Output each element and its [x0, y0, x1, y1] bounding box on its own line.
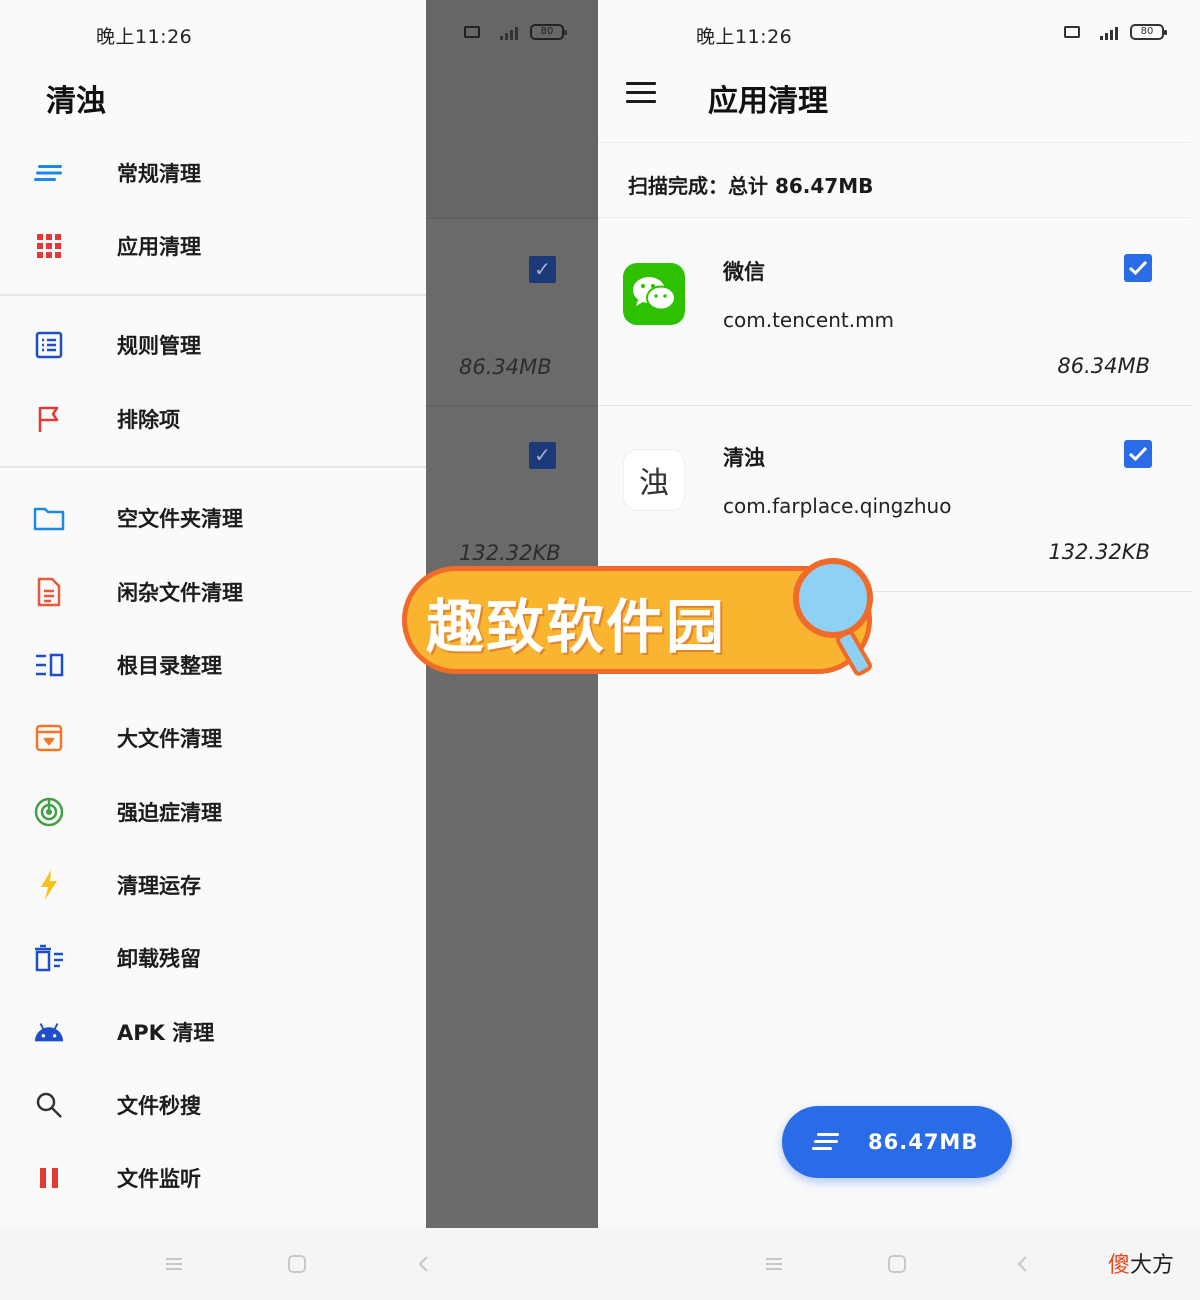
- qingzhuo-icon: 浊: [623, 449, 685, 511]
- home-icon[interactable]: [287, 1254, 307, 1274]
- banner-text: 趣致软件园: [426, 593, 727, 661]
- check-icon: [1128, 446, 1148, 462]
- menu-item-label: 闲杂文件清理: [117, 581, 243, 605]
- scan-summary-bar: 扫描完成：总计 86.47MB: [598, 142, 1190, 218]
- status-icons: 80: [464, 24, 567, 40]
- pause-icon: [33, 1162, 65, 1194]
- flag-icon: [33, 403, 65, 435]
- hd-icon: [464, 26, 480, 38]
- lines-icon: [812, 1133, 839, 1150]
- list-icon: [33, 329, 65, 361]
- app-size: 86.34MB: [1057, 354, 1150, 378]
- recents-icon[interactable]: [764, 1254, 784, 1274]
- recents-icon[interactable]: [164, 1254, 184, 1274]
- menu-item-uninstall-residue[interactable]: 卸载残留: [0, 923, 426, 993]
- fab-label: 86.47MB: [868, 1130, 979, 1154]
- app-package: com.farplace.qingzhuo: [723, 494, 952, 518]
- menu-divider: [0, 466, 426, 468]
- menu-icon[interactable]: [626, 82, 656, 104]
- dimmed-header: 80: [426, 0, 598, 218]
- app-name: 清浊: [723, 446, 765, 470]
- lines-icon: [33, 157, 65, 189]
- drawer-title: 清浊: [46, 84, 106, 119]
- root-dir-icon: [33, 649, 65, 681]
- menu-item-ram-clean[interactable]: 清理运存: [0, 850, 426, 920]
- app-list-item[interactable]: 微信 com.tencent.mm 86.34MB: [598, 220, 1192, 406]
- navigation-drawer: 晚上11:26 清浊 常规清理 应用清理 规则管理 排除项 空文件夹清理 闲杂文…: [0, 0, 426, 1228]
- corner-watermark: 傻大方: [1108, 1253, 1175, 1278]
- clean-fab-button[interactable]: 86.47MB: [782, 1106, 1012, 1178]
- menu-item-label: 应用清理: [117, 235, 201, 259]
- dimmed-size: 86.34MB: [459, 355, 552, 379]
- menu-item-label: 强迫症清理: [117, 801, 222, 825]
- bolt-icon: [33, 869, 65, 901]
- watermark-banner: 趣致软件园: [398, 558, 898, 680]
- status-time: 晚上11:26: [96, 26, 193, 48]
- menu-item-apk-clean[interactable]: APK 清理: [0, 997, 426, 1067]
- menu-item-ocd-clean[interactable]: 强迫症清理: [0, 777, 426, 847]
- radar-icon: [33, 796, 65, 828]
- menu-item-label: 文件监听: [117, 1167, 201, 1191]
- app-checkbox[interactable]: [1124, 440, 1152, 468]
- menu-item-file-monitor[interactable]: 文件监听: [0, 1143, 426, 1213]
- home-icon[interactable]: [887, 1254, 907, 1274]
- scan-summary: 扫描完成：总计 86.47MB: [628, 174, 874, 198]
- dimmed-checkbox: ✓: [529, 256, 556, 283]
- menu-item-label: 常规清理: [117, 162, 201, 186]
- back-icon[interactable]: [1013, 1254, 1033, 1274]
- archive-icon: [33, 722, 65, 754]
- menu-item-label: APK 清理: [117, 1021, 215, 1045]
- app-size: 132.32KB: [1048, 540, 1150, 564]
- dimmed-checkbox: ✓: [529, 442, 556, 469]
- page-title: 应用清理: [708, 84, 828, 119]
- menu-item-misc-files[interactable]: 闲杂文件清理: [0, 557, 426, 627]
- menu-item-label: 排除项: [117, 408, 180, 432]
- menu-item-empty-folders[interactable]: 空文件夹清理: [0, 483, 426, 553]
- menu-item-label: 空文件夹清理: [117, 507, 243, 531]
- app-package: com.tencent.mm: [723, 308, 895, 332]
- app-checkbox[interactable]: [1124, 254, 1152, 282]
- menu-divider: [0, 294, 426, 296]
- menu-item-large-files[interactable]: 大文件清理: [0, 703, 426, 773]
- menu-item-label: 大文件清理: [117, 727, 222, 751]
- android-icon: [33, 1016, 65, 1048]
- battery-icon: 80: [1130, 24, 1167, 40]
- trash-list-icon: [33, 942, 65, 974]
- app-name: 微信: [723, 260, 765, 284]
- dimmed-app-card: ✓ 86.34MB: [426, 218, 598, 404]
- menu-item-app-clean[interactable]: 应用清理: [0, 211, 426, 281]
- search-icon: [33, 1089, 65, 1121]
- hd-icon: [1064, 26, 1080, 38]
- magnifier-icon: [793, 558, 873, 638]
- signal-icon: [490, 24, 520, 40]
- menu-item-label: 规则管理: [117, 334, 201, 358]
- status-time: 晚上11:26: [696, 26, 793, 48]
- check-icon: [1128, 260, 1148, 276]
- menu-item-exclusions[interactable]: 排除项: [0, 384, 426, 454]
- battery-icon: 80: [530, 24, 567, 40]
- document-icon: [33, 576, 65, 608]
- app-bar: 晚上11:26 80 应用清理: [598, 0, 1200, 140]
- menu-item-file-search[interactable]: 文件秒搜: [0, 1070, 426, 1140]
- menu-item-general-clean[interactable]: 常规清理: [0, 138, 426, 208]
- wechat-icon: [623, 263, 685, 325]
- menu-item-label: 卸载残留: [117, 947, 201, 971]
- grid-icon: [33, 230, 65, 262]
- system-nav-bar: [0, 1228, 1200, 1300]
- menu-item-label: 文件秒搜: [117, 1094, 201, 1118]
- back-icon[interactable]: [414, 1254, 434, 1274]
- menu-item-rules[interactable]: 规则管理: [0, 310, 426, 380]
- status-icons: 80: [1064, 24, 1167, 40]
- menu-item-root-dir[interactable]: 根目录整理: [0, 630, 426, 700]
- menu-item-label: 根目录整理: [117, 654, 222, 678]
- menu-item-label: 清理运存: [117, 874, 201, 898]
- signal-icon: [1090, 24, 1120, 40]
- folder-icon: [33, 502, 65, 534]
